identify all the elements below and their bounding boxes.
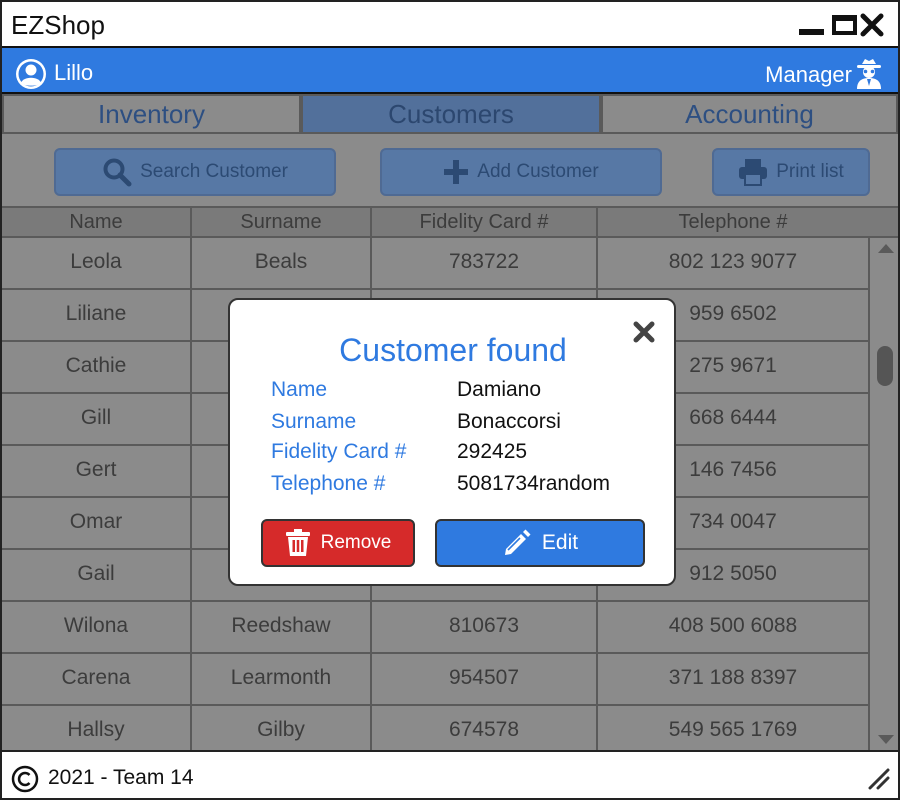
print-list-label: Print list <box>776 161 844 182</box>
column-header-surname[interactable]: Surname <box>192 208 372 236</box>
table-header: Name Surname Fidelity Card # Telephone # <box>2 206 898 238</box>
app-title: EZShop <box>11 10 105 40</box>
role-label: Manager <box>765 62 852 87</box>
cell-name: Leola <box>2 238 192 288</box>
table-row[interactable]: Carena Learmonth 954507 371 188 8397 <box>2 654 868 706</box>
cell-name: Gail <box>2 550 192 600</box>
field-label-name: Name <box>271 378 328 401</box>
footer: 2021 - Team 14 <box>2 750 898 798</box>
tab-customers[interactable]: Customers <box>301 94 601 134</box>
user-avatar-icon <box>16 59 46 89</box>
tab-bar: Inventory Customers Accounting <box>2 94 898 136</box>
field-label-telephone: Telephone # <box>271 472 386 495</box>
scroll-thumb[interactable] <box>877 346 893 386</box>
printer-icon <box>739 159 768 186</box>
scroll-down-icon[interactable] <box>878 735 894 744</box>
add-customer-label: Add Customer <box>477 161 599 182</box>
print-list-button[interactable]: Print list <box>712 148 870 196</box>
field-value-telephone: 5081734random <box>457 472 610 495</box>
cell-surname: Gilby <box>192 706 372 750</box>
add-customer-button[interactable]: Add Customer <box>380 148 662 196</box>
field-label-surname: Surname <box>271 410 357 433</box>
edit-button[interactable]: Edit <box>435 519 645 567</box>
field-label-fidelity-card: Fidelity Card # <box>271 440 407 463</box>
customer-found-dialog: Customer found Name Damiano Surname Bona… <box>228 298 676 586</box>
field-value-name: Damiano <box>457 378 542 401</box>
cell-telephone: 408 500 6088 <box>668 614 798 637</box>
cell-fidelity-card: 783722 <box>372 238 598 288</box>
cell-name: Hallsy <box>2 706 192 750</box>
cell-name: Omar <box>2 498 192 548</box>
field-value-fidelity-card: 292425 <box>457 440 528 463</box>
table-row[interactable]: Leola Beals 783722 802 123 9077 <box>2 238 868 290</box>
user-bar: Lillo Manager <box>2 46 898 94</box>
maximize-icon[interactable] <box>832 15 857 35</box>
field-value-surname: Bonaccorsi <box>457 410 561 433</box>
edit-label: Edit <box>541 531 579 554</box>
plus-icon <box>444 160 469 184</box>
vertical-scrollbar[interactable] <box>868 238 898 750</box>
title-bar: EZShop <box>2 2 898 46</box>
search-icon <box>103 158 132 187</box>
close-window-icon[interactable] <box>860 12 884 38</box>
spy-icon <box>857 59 881 89</box>
cell-name: Wilona <box>2 602 192 652</box>
cell-name: Cathie <box>2 342 192 392</box>
column-header-fidelity-card[interactable]: Fidelity Card # <box>372 208 598 236</box>
dialog-title: Customer found <box>339 332 567 368</box>
cell-surname: Learmonth <box>192 654 372 704</box>
tab-inventory[interactable]: Inventory <box>2 94 301 134</box>
cell-surname: Beals <box>192 238 372 288</box>
cell-surname: Reedshaw <box>192 602 372 652</box>
cell-fidelity-card: 674578 <box>372 706 598 750</box>
remove-button[interactable]: Remove <box>261 519 415 567</box>
search-customer-button[interactable]: Search Customer <box>54 148 336 196</box>
search-customer-label: Search Customer <box>140 161 288 182</box>
column-header-name[interactable]: Name <box>2 208 192 236</box>
user-name: Lillo <box>54 60 94 85</box>
table-row[interactable]: Hallsy Gilby 674578 549 565 1769 <box>2 706 868 750</box>
footer-text: 2021 - Team 14 <box>48 766 194 789</box>
cell-telephone: 371 188 8397 <box>668 666 798 689</box>
cell-name: Liliane <box>2 290 192 340</box>
copyright-icon <box>11 765 39 793</box>
cell-fidelity-card: 954507 <box>372 654 598 704</box>
remove-label: Remove <box>320 532 392 553</box>
cell-name: Gill <box>2 394 192 444</box>
column-header-telephone[interactable]: Telephone # <box>598 208 868 236</box>
pencil-icon <box>504 529 531 555</box>
minimize-icon[interactable] <box>799 29 824 35</box>
tab-accounting[interactable]: Accounting <box>601 94 898 134</box>
cell-name: Gert <box>2 446 192 496</box>
cell-name: Carena <box>2 654 192 704</box>
cell-fidelity-card: 810673 <box>372 602 598 652</box>
cell-telephone: 549 565 1769 <box>668 718 798 741</box>
trash-icon <box>285 529 310 556</box>
app-window: EZShop Lillo Manager Inventory Customers… <box>0 0 900 800</box>
scroll-up-icon[interactable] <box>878 244 894 253</box>
resize-grip-icon[interactable] <box>868 768 890 790</box>
cell-telephone: 802 123 9077 <box>668 250 798 273</box>
table-row[interactable]: Wilona Reedshaw 810673 408 500 6088 <box>2 602 868 654</box>
